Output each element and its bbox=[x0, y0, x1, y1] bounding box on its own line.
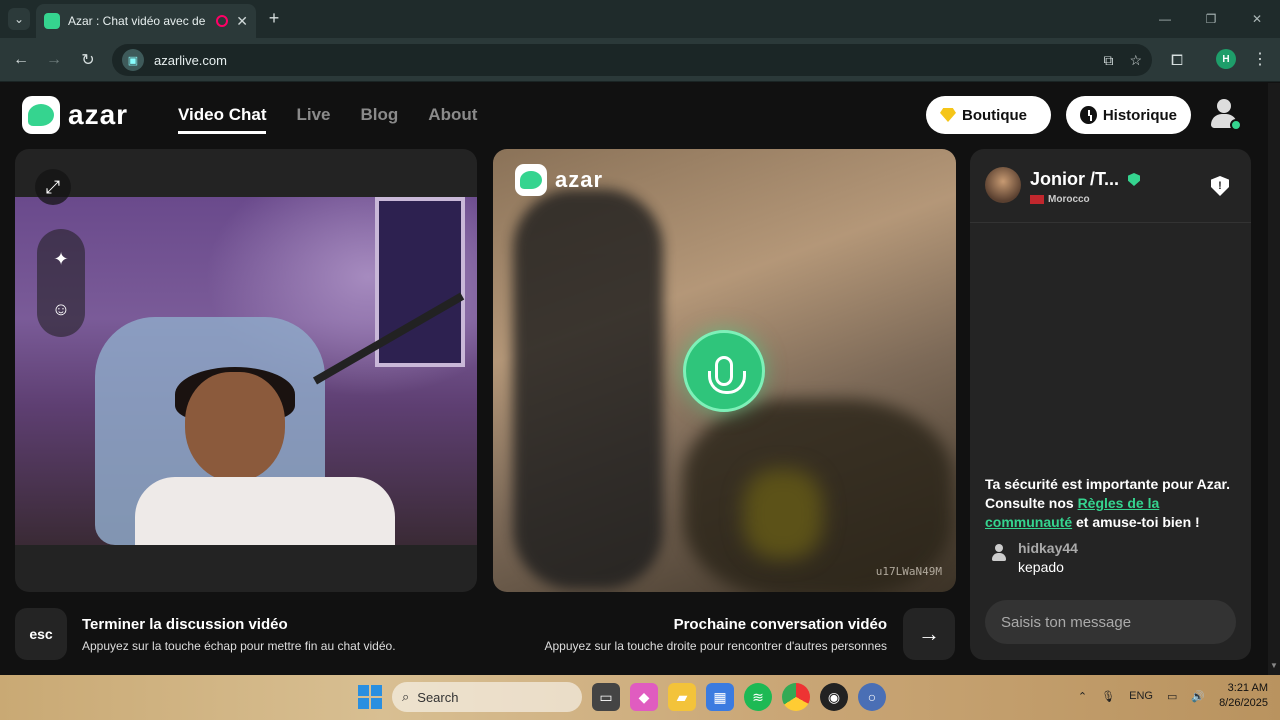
browser-menu-icon[interactable]: ⋮ bbox=[1250, 49, 1270, 71]
language-indicator[interactable]: ENG bbox=[1129, 690, 1153, 702]
copilot-icon[interactable]: ◆ bbox=[630, 683, 658, 711]
boutique-label: Boutique bbox=[962, 106, 1027, 124]
nav-live[interactable]: Live bbox=[296, 105, 330, 134]
account-avatar[interactable] bbox=[1206, 97, 1242, 133]
extensions-icon[interactable]: ⧠ bbox=[1166, 49, 1188, 71]
esc-key-button[interactable]: esc bbox=[15, 608, 67, 660]
obs-icon[interactable]: ◉ bbox=[820, 683, 848, 711]
site-info-icon[interactable]: ▣ bbox=[122, 49, 144, 71]
recording-indicator-icon bbox=[216, 15, 228, 27]
url-text: azarlive.com bbox=[154, 52, 227, 68]
next-chat-hint: Appuyez sur la touche droite pour rencon… bbox=[544, 639, 888, 653]
file-explorer-icon[interactable]: ▰ bbox=[668, 683, 696, 711]
spotify-icon[interactable]: ≋ bbox=[744, 683, 772, 711]
peer-name[interactable]: Jonior /T... bbox=[1030, 169, 1119, 190]
close-tab-icon[interactable]: ✕ bbox=[236, 13, 248, 30]
next-chat-title: Prochaine conversation vidéo bbox=[673, 616, 887, 633]
taskbar-clock[interactable]: 3:21 AM 8/26/2025 bbox=[1219, 681, 1268, 711]
azar-page: azar Video Chat Live Blog About Boutique… bbox=[0, 83, 1280, 675]
os-taskbar: ⌕ Search ▭ ◆ ▰ ▦ ≋ ◉ ○ ⌃ 🎙 ENG ▭ 🔊 3:21 … bbox=[0, 675, 1280, 720]
end-chat-title: Terminer la discussion vidéo bbox=[82, 616, 288, 633]
message-text: kepado bbox=[1018, 559, 1064, 575]
historique-button[interactable]: Historique bbox=[1066, 96, 1191, 134]
end-chat-hint: Appuyez sur la touche échap pour mettre … bbox=[82, 639, 396, 653]
main-nav: Video Chat Live Blog About bbox=[178, 105, 477, 134]
verified-shield-icon bbox=[1128, 173, 1140, 186]
clock-time: 3:21 AM bbox=[1227, 682, 1268, 694]
scroll-down-icon[interactable]: ▼ bbox=[1268, 661, 1280, 673]
search-label: Search bbox=[417, 689, 459, 705]
reload-icon[interactable]: ↻ bbox=[77, 49, 99, 71]
peer-header: Jonior /T... Morocco ! bbox=[970, 149, 1251, 223]
chrome-icon[interactable] bbox=[782, 683, 810, 711]
peer-avatar[interactable] bbox=[985, 167, 1021, 203]
cast-icon[interactable]: ⧉ bbox=[1103, 52, 1113, 69]
chat-panel: Jonior /T... Morocco ! Ta sécurité est i… bbox=[970, 149, 1251, 660]
back-arrow-icon[interactable]: ← bbox=[10, 49, 32, 71]
browser-profile-avatar[interactable]: H bbox=[1216, 49, 1236, 69]
face-filter-icon[interactable]: ☺ bbox=[43, 291, 79, 327]
country-label: Morocco bbox=[1048, 194, 1090, 205]
windows-start-icon[interactable] bbox=[358, 685, 382, 709]
task-view-icon[interactable]: ▭ bbox=[592, 683, 620, 711]
video-watermark-logo: azar bbox=[515, 164, 603, 196]
volume-icon[interactable]: 🔊 bbox=[1191, 690, 1205, 703]
store-icon[interactable]: ▦ bbox=[706, 683, 734, 711]
historique-label: Historique bbox=[1102, 106, 1177, 124]
safety-suffix: et amuse-toi bien ! bbox=[1072, 514, 1200, 530]
network-icon[interactable]: ▭ bbox=[1167, 690, 1177, 703]
chat-message-input[interactable] bbox=[985, 600, 1236, 644]
nav-about[interactable]: About bbox=[428, 105, 477, 134]
search-icon: ⌕ bbox=[402, 689, 410, 704]
chat-message: hidkay44 kepado bbox=[990, 540, 1078, 575]
azar-logo-icon bbox=[515, 164, 547, 196]
message-username: hidkay44 bbox=[1018, 540, 1078, 556]
user-avatar-icon bbox=[990, 544, 1008, 562]
microphone-icon[interactable] bbox=[683, 330, 765, 412]
clock-icon bbox=[1080, 106, 1097, 124]
azar-logo-icon bbox=[22, 96, 60, 134]
clock-date: 8/26/2025 bbox=[1219, 697, 1268, 709]
forward-arrow-icon[interactable]: → bbox=[43, 49, 65, 71]
report-shield-icon[interactable]: ! bbox=[1211, 176, 1229, 196]
browser-tab-bar: ⌄ Azar : Chat vidéo avec de no ✕ + — ❐ ✕ bbox=[0, 0, 1280, 38]
new-tab-icon[interactable]: + bbox=[264, 8, 284, 28]
next-arrow-button[interactable]: → bbox=[903, 608, 955, 660]
peer-country: Morocco bbox=[1030, 194, 1090, 205]
taskbar-search[interactable]: ⌕ Search bbox=[392, 682, 582, 712]
sparkle-effects-icon[interactable]: ✦ bbox=[43, 241, 79, 277]
watermark-text: azar bbox=[555, 167, 604, 192]
nav-blog[interactable]: Blog bbox=[361, 105, 399, 134]
azar-favicon-icon bbox=[44, 13, 60, 29]
safety-notice: Ta sécurité est importante pour Azar. Co… bbox=[985, 475, 1235, 532]
browser-toolbar: ← → ↻ ▣ azarlive.com ⧉ ☆ ⧠ H ⋮ bbox=[0, 38, 1280, 82]
boutique-button[interactable]: Boutique bbox=[926, 96, 1051, 134]
peer-code: u17LWaN49M bbox=[875, 565, 942, 578]
azar-logo[interactable]: azar bbox=[22, 96, 128, 134]
self-video-panel: ⤢ ✦ ☺ bbox=[15, 149, 477, 592]
gem-icon bbox=[940, 108, 956, 122]
nav-video-chat[interactable]: Video Chat bbox=[178, 105, 267, 134]
tray-mic-icon[interactable]: 🎙 bbox=[1101, 690, 1115, 703]
window-controls: — ❐ ✕ bbox=[1142, 0, 1280, 38]
online-status-icon bbox=[1230, 119, 1242, 131]
browser-tab[interactable]: Azar : Chat vidéo avec de no ✕ bbox=[36, 4, 256, 38]
tray-overflow-icon[interactable]: ⌃ bbox=[1078, 690, 1087, 703]
minimize-icon[interactable]: — bbox=[1142, 0, 1188, 38]
tab-search-chevron-icon[interactable]: ⌄ bbox=[8, 8, 30, 30]
address-bar[interactable]: ▣ azarlive.com ⧉ ☆ bbox=[112, 44, 1152, 76]
expand-icon[interactable]: ⤢ bbox=[35, 169, 71, 205]
maximize-icon[interactable]: ❐ bbox=[1188, 0, 1234, 38]
tab-title: Azar : Chat vidéo avec de no bbox=[68, 14, 208, 28]
logo-text: azar bbox=[68, 99, 129, 130]
system-tray: ⌃ 🎙 ENG ▭ 🔊 3:21 AM 8/26/2025 bbox=[1078, 681, 1268, 711]
page-scrollbar[interactable] bbox=[1268, 83, 1280, 675]
bookmark-star-icon[interactable]: ☆ bbox=[1129, 52, 1142, 69]
app-icon[interactable]: ○ bbox=[858, 683, 886, 711]
morocco-flag-icon bbox=[1030, 195, 1044, 204]
peer-video-panel: azar u17LWaN49M bbox=[493, 149, 956, 592]
window-close-icon[interactable]: ✕ bbox=[1234, 0, 1280, 38]
